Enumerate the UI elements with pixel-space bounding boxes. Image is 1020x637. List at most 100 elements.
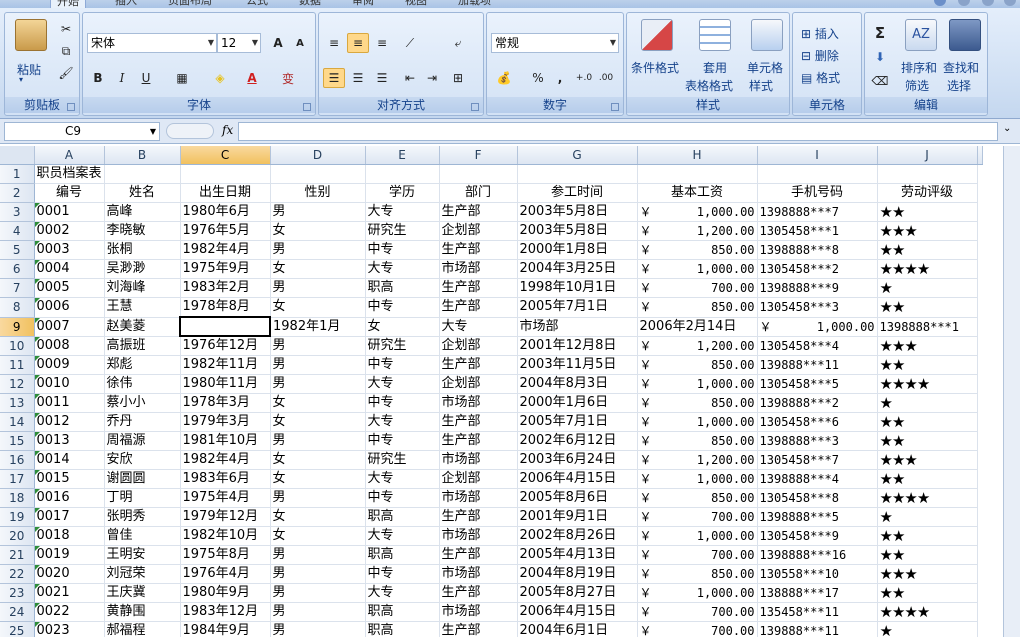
cell-name[interactable]: 周福源 bbox=[104, 431, 181, 451]
column-label[interactable]: 基本工资 bbox=[637, 183, 758, 203]
cell[interactable] bbox=[517, 164, 638, 184]
cell-birth[interactable]: 1981年10月 bbox=[180, 431, 271, 451]
cell-name[interactable]: 张桐 bbox=[104, 240, 181, 260]
cell-rating[interactable]: ★★ bbox=[877, 431, 978, 451]
cell-salary[interactable]: ￥ 850.00 bbox=[637, 355, 758, 375]
cell-start-date[interactable]: 2005年7月1日 bbox=[517, 412, 638, 432]
row-header[interactable]: 19 bbox=[0, 507, 35, 527]
cell-birth[interactable]: 1975年4月 bbox=[180, 488, 271, 508]
cell-department[interactable]: 企划部 bbox=[439, 336, 518, 356]
cell-start-date[interactable]: 2005年4月13日 bbox=[517, 545, 638, 565]
cell-id[interactable]: 0005 bbox=[34, 278, 105, 298]
cell-id[interactable]: 0010 bbox=[34, 374, 105, 394]
cell-education[interactable]: 大专 bbox=[365, 259, 440, 279]
clear-icon[interactable]: ⌫ bbox=[869, 71, 891, 91]
cell-rating[interactable]: ★ bbox=[877, 507, 978, 527]
cell-salary[interactable]: ￥ 1,200.00 bbox=[637, 336, 758, 356]
cell-department-shifted[interactable]: 市场部 bbox=[517, 317, 638, 337]
cell-salary[interactable]: ￥ 850.00 bbox=[637, 393, 758, 413]
cell-id[interactable]: 0002 bbox=[34, 221, 105, 241]
comma-button[interactable]: , bbox=[549, 68, 571, 88]
cell-salary[interactable]: ￥ 850.00 bbox=[637, 488, 758, 508]
find-select-label2[interactable]: 选择 bbox=[947, 77, 971, 94]
cell-education[interactable]: 中专 bbox=[365, 240, 440, 260]
cell-education[interactable]: 职高 bbox=[365, 278, 440, 298]
cell-birth[interactable]: 1982年4月 bbox=[180, 450, 271, 470]
cell-start-date[interactable]: 2005年8月27日 bbox=[517, 583, 638, 603]
cell-gender[interactable]: 男 bbox=[270, 545, 366, 565]
grow-font-button[interactable]: A bbox=[267, 33, 289, 53]
row-header[interactable]: 25 bbox=[0, 621, 35, 637]
cell-phone[interactable]: 1305458***6 bbox=[757, 412, 878, 432]
paste-dropdown-icon[interactable]: ▾ bbox=[19, 75, 23, 84]
cell-department[interactable]: 生产部 bbox=[439, 202, 518, 222]
cell-education[interactable]: 中专 bbox=[365, 297, 440, 318]
row-header[interactable]: 3 bbox=[0, 202, 35, 222]
row-header[interactable]: 18 bbox=[0, 488, 35, 508]
column-header-h[interactable]: H bbox=[637, 146, 758, 165]
cell-rating[interactable]: ★★★★ bbox=[877, 259, 978, 279]
cell-gender[interactable]: 女 bbox=[270, 450, 366, 470]
cell-name[interactable]: 安欣 bbox=[104, 450, 181, 470]
column-label[interactable]: 部门 bbox=[439, 183, 518, 203]
cell-rating[interactable]: ★★★★ bbox=[877, 374, 978, 394]
cell-rating[interactable]: ★★ bbox=[877, 412, 978, 432]
tab-formulas[interactable]: 公式 bbox=[246, 0, 268, 8]
row-header[interactable]: 17 bbox=[0, 469, 35, 489]
cell-name[interactable]: 丁明 bbox=[104, 488, 181, 508]
row-header[interactable]: 5 bbox=[0, 240, 35, 260]
bold-button[interactable]: B bbox=[87, 68, 109, 88]
tab-addins[interactable]: 加载项 bbox=[458, 0, 491, 8]
cell-id[interactable]: 0020 bbox=[34, 564, 105, 584]
column-label[interactable]: 编号 bbox=[34, 183, 105, 203]
sort-filter-label1[interactable]: 排序和 bbox=[901, 59, 937, 76]
cell-birth[interactable]: 1978年8月 bbox=[180, 297, 271, 318]
cell-rating[interactable]: ★★ bbox=[877, 583, 978, 603]
sort-filter-label2[interactable]: 筛选 bbox=[905, 77, 929, 94]
cell[interactable] bbox=[757, 164, 878, 184]
cell-salary[interactable]: ￥ 700.00 bbox=[637, 621, 758, 637]
cell-gender[interactable]: 女 bbox=[270, 469, 366, 489]
column-header-c[interactable]: C bbox=[180, 146, 271, 165]
italic-button[interactable]: I bbox=[111, 68, 133, 88]
row-header[interactable]: 4 bbox=[0, 221, 35, 241]
cell-birth[interactable]: 1983年6月 bbox=[180, 469, 271, 489]
cell-start-date-shifted[interactable]: 2006年2月14日 bbox=[637, 317, 758, 337]
cell-salary[interactable]: ￥ 1,200.00 bbox=[637, 450, 758, 470]
cell-id[interactable]: 0009 bbox=[34, 355, 105, 375]
cell-rating[interactable]: ★★ bbox=[877, 297, 978, 318]
cell-education[interactable]: 中专 bbox=[365, 488, 440, 508]
cell-start-date[interactable]: 2004年8月3日 bbox=[517, 374, 638, 394]
cell-styles-label2[interactable]: 样式 bbox=[749, 77, 773, 94]
align-bottom-icon[interactable]: ≡ bbox=[371, 33, 393, 53]
format-as-table-icon[interactable] bbox=[699, 19, 731, 51]
cell-start-date[interactable]: 1998年10月1日 bbox=[517, 278, 638, 298]
cell-start-date[interactable]: 2003年5月8日 bbox=[517, 202, 638, 222]
cell-name[interactable]: 郝福程 bbox=[104, 621, 181, 637]
cell-education[interactable]: 研究生 bbox=[365, 221, 440, 241]
cell-education[interactable]: 大专 bbox=[365, 412, 440, 432]
cell-gender[interactable]: 男 bbox=[270, 602, 366, 622]
column-label[interactable]: 手机号码 bbox=[757, 183, 878, 203]
fill-color-icon[interactable]: ◈ bbox=[209, 68, 231, 88]
cell-styles-icon[interactable] bbox=[751, 19, 783, 51]
cell-salary[interactable]: ￥ 1,000.00 bbox=[637, 583, 758, 603]
cell-gender[interactable]: 男 bbox=[270, 240, 366, 260]
cell-gender[interactable]: 女 bbox=[270, 297, 366, 318]
cell-education[interactable]: 大专 bbox=[365, 583, 440, 603]
cell-rating[interactable]: ★★★★ bbox=[877, 602, 978, 622]
column-header-a[interactable]: A bbox=[34, 146, 105, 165]
cell-start-date[interactable]: 2003年11月5日 bbox=[517, 355, 638, 375]
cell-start-date[interactable]: 2006年4月15日 bbox=[517, 469, 638, 489]
align-left-icon[interactable]: ☰ bbox=[323, 68, 345, 88]
minimize-icon[interactable] bbox=[958, 0, 970, 6]
cell-id[interactable]: 0007 bbox=[34, 317, 105, 337]
orientation-icon[interactable]: ⟋ bbox=[399, 33, 421, 53]
cell-name[interactable]: 王慧 bbox=[104, 297, 181, 318]
cell-phone[interactable]: 1398888***7 bbox=[757, 202, 878, 222]
cell-salary-shifted[interactable]: ￥ 1,000.00 bbox=[757, 317, 878, 337]
cell-id[interactable]: 0011 bbox=[34, 393, 105, 413]
row-header[interactable]: 16 bbox=[0, 450, 35, 470]
cell-rating[interactable]: ★★ bbox=[877, 545, 978, 565]
align-top-icon[interactable]: ≡ bbox=[323, 33, 345, 53]
